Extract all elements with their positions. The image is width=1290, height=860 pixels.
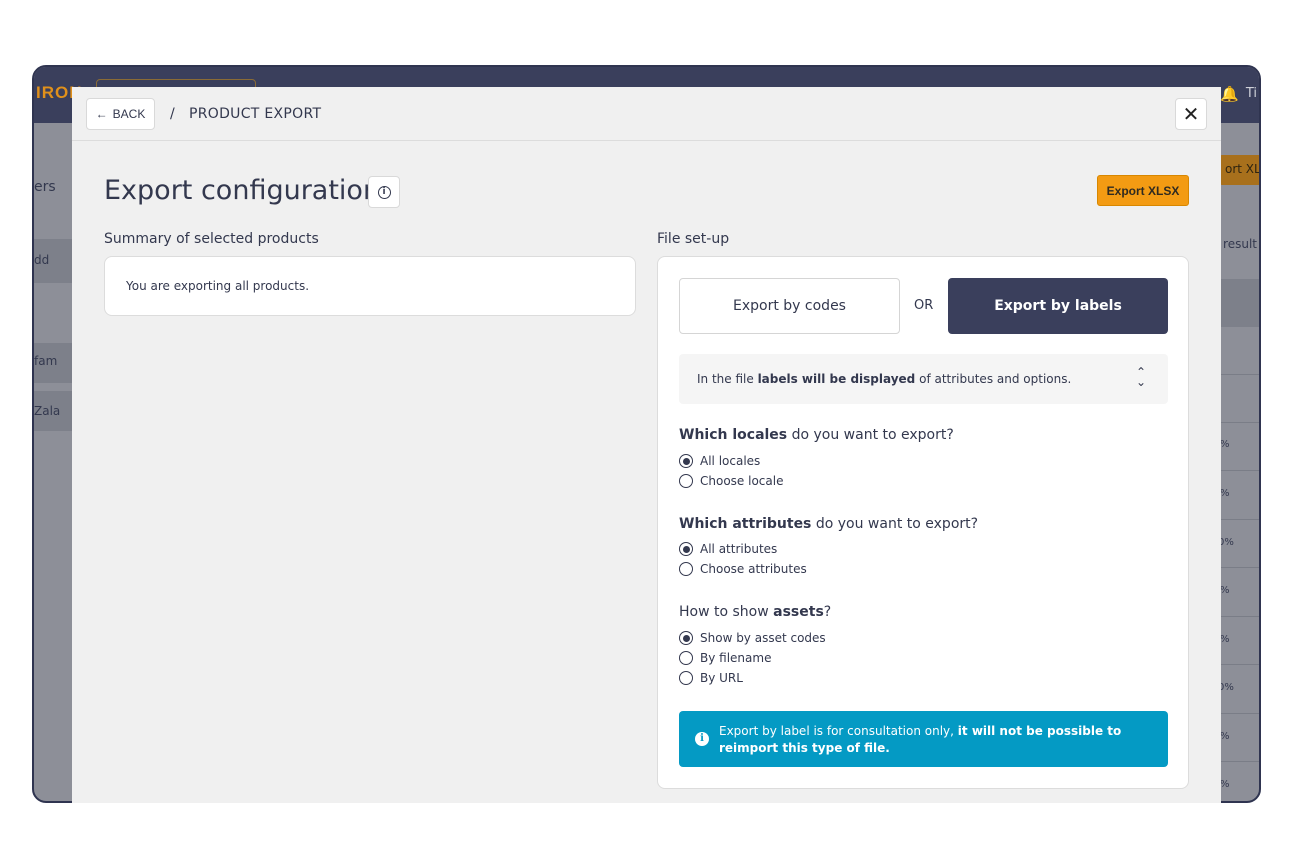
notice-text: Export by label is for consultation only… — [719, 724, 1122, 755]
bg-row-fragment: % — [1220, 779, 1230, 790]
radio-choose-locale[interactable]: Choose locale — [679, 472, 783, 490]
page-title: Export configuration — [104, 175, 381, 206]
bg-export-button: ort XLS — [1219, 155, 1259, 185]
reimport-warning-notice: i Export by label is for consultation on… — [679, 711, 1168, 767]
info-filled-icon: i — [695, 732, 709, 746]
radio-unchecked-icon[interactable] — [679, 562, 693, 576]
bg-results-fragment: result — [1223, 237, 1257, 251]
bg-strip — [1219, 279, 1259, 327]
radio-by-filename[interactable]: By filename — [679, 649, 771, 667]
bg-sidebar-fragment: ers — [34, 179, 56, 195]
radio-checked-icon[interactable] — [679, 454, 693, 468]
arrow-left-icon: ← — [95, 107, 108, 121]
info-icon: i — [377, 185, 391, 199]
info-button[interactable]: i — [368, 176, 400, 208]
file-setup-card: Export by codes OR Export by labels In t… — [657, 256, 1189, 789]
bg-sidebar-fragment: Zala — [34, 404, 61, 418]
file-setup-label: File set-up — [657, 231, 730, 247]
labels-info-panel[interactable]: In the file labels will be displayed of … — [679, 354, 1168, 404]
bg-sidebar-fragment: fam — [34, 354, 58, 368]
bell-icon: 🔔 — [1220, 85, 1239, 103]
bg-row-fragment: % — [1220, 488, 1230, 499]
bg-row-fragment: % — [1220, 634, 1230, 645]
summary-card: You are exporting all products. — [104, 256, 636, 316]
user-initials: Ti — [1245, 86, 1257, 101]
back-label: BACK — [112, 107, 146, 121]
radio-unchecked-icon[interactable] — [679, 671, 693, 685]
assets-question: How to show assets? — [679, 604, 832, 620]
radio-checked-icon[interactable] — [679, 542, 693, 556]
radio-unchecked-icon[interactable] — [679, 651, 693, 665]
summary-label: Summary of selected products — [104, 231, 319, 247]
summary-text: You are exporting all products. — [126, 279, 310, 293]
breadcrumb-title: PRODUCT EXPORT — [189, 106, 322, 122]
radio-show-by-asset-codes[interactable]: Show by asset codes — [679, 629, 826, 647]
radio-checked-icon[interactable] — [679, 631, 693, 645]
breadcrumb-separator: / — [170, 106, 175, 122]
back-button[interactable]: ← BACK — [86, 98, 155, 130]
radio-all-locales[interactable]: All locales — [679, 452, 760, 470]
locales-question: Which locales do you want to export? — [679, 427, 954, 443]
labels-info-text: In the file labels will be displayed of … — [697, 372, 1072, 386]
attributes-question: Which attributes do you want to export? — [679, 516, 979, 532]
radio-unchecked-icon[interactable] — [679, 474, 693, 488]
close-button[interactable]: ✕ — [1175, 98, 1207, 130]
radio-all-attributes[interactable]: All attributes — [679, 540, 777, 558]
export-modal: ← BACK / PRODUCT EXPORT ✕ Export configu… — [72, 87, 1221, 803]
bg-row-fragment: % — [1220, 731, 1230, 742]
modal-header: ← BACK / PRODUCT EXPORT ✕ — [72, 87, 1221, 141]
export-by-codes-button[interactable]: Export by codes — [679, 278, 900, 334]
close-icon: ✕ — [1182, 102, 1200, 126]
bg-row-fragment: % — [1220, 585, 1230, 596]
export-xlsx-button[interactable]: Export XLSX — [1097, 175, 1189, 206]
or-label: OR — [914, 298, 934, 313]
radio-choose-attributes[interactable]: Choose attributes — [679, 560, 807, 578]
bg-sidebar-fragment: dd — [34, 253, 50, 267]
radio-by-url[interactable]: By URL — [679, 669, 743, 687]
bg-row-fragment: % — [1220, 439, 1230, 450]
export-by-labels-button[interactable]: Export by labels — [948, 278, 1168, 334]
chevron-up-down-icon[interactable]: ⌃ ⌄ — [1136, 366, 1146, 388]
